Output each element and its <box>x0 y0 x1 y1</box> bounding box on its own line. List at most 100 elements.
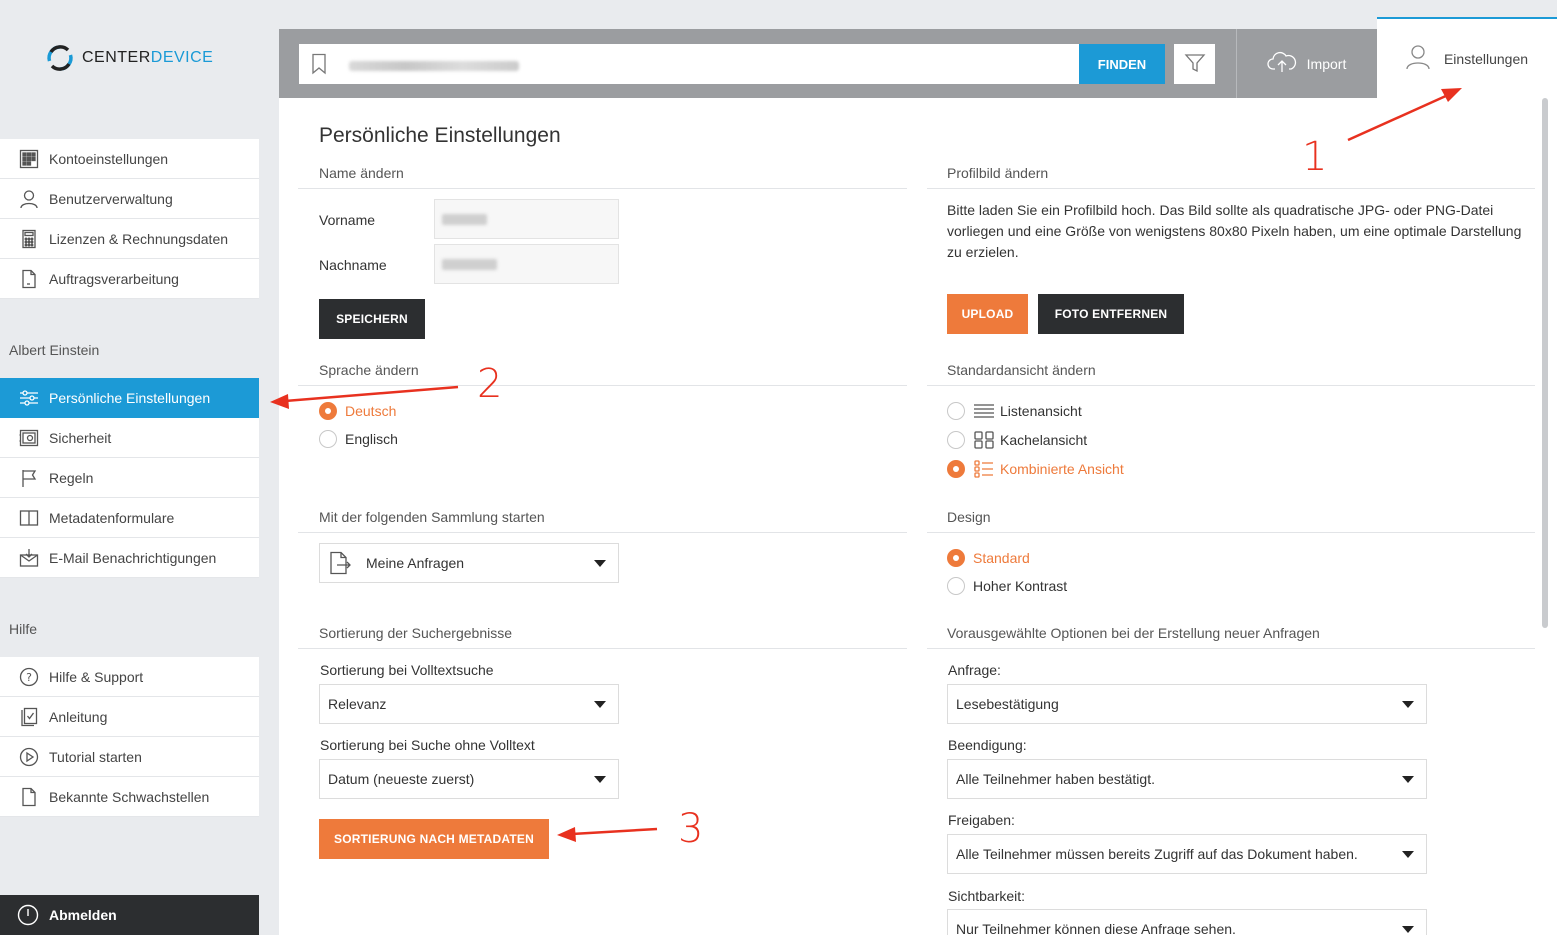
sliders-icon <box>18 387 40 409</box>
design-option-hoher-kontrast[interactable]: Hoher Kontrast <box>947 577 1067 595</box>
user-icon <box>18 188 40 210</box>
search-box <box>299 44 1079 84</box>
sidebar: CENTERDEVICE Kontoeinstellungen Benutzer… <box>0 0 259 935</box>
sidebar-item-kontoeinstellungen[interactable]: Kontoeinstellungen <box>0 139 259 179</box>
import-label: Import <box>1306 55 1347 72</box>
upload-button[interactable]: UPLOAD <box>947 294 1028 334</box>
filter-button[interactable] <box>1174 44 1215 84</box>
completion-select[interactable]: Alle Teilnehmer haben bestätigt. <box>947 759 1427 799</box>
sidebar-item-anleitung[interactable]: Anleitung <box>0 697 259 737</box>
chevron-down-icon <box>594 775 606 783</box>
sidebar-item-metadatenformulare[interactable]: Metadatenformulare <box>0 498 259 538</box>
language-option-englisch[interactable]: Englisch <box>319 430 398 448</box>
sidebar-item-label: Persönliche Einstellungen <box>49 389 211 406</box>
radio-label: Standard <box>973 550 1030 566</box>
divider <box>927 188 1535 189</box>
sidebar-item-lizenzen[interactable]: Lizenzen & Rechnungsdaten <box>0 219 259 259</box>
sidebar-item-benutzerverwaltung[interactable]: Benutzerverwaltung <box>0 179 259 219</box>
sidebar-item-label: Bekannte Schwachstellen <box>49 788 210 805</box>
sidebar-item-label: Auftragsverarbeitung <box>49 270 179 287</box>
sidebar-item-hilfe-support[interactable]: ? Hilfe & Support <box>0 657 259 697</box>
divider <box>298 188 907 189</box>
document-icon <box>18 268 40 290</box>
import-tab[interactable]: Import <box>1236 29 1376 98</box>
language-option-deutsch[interactable]: Deutsch <box>319 402 396 420</box>
logout-label: Abmelden <box>49 907 117 923</box>
select-value: Alle Teilnehmer müssen bereits Zugriff a… <box>956 846 1358 862</box>
radio[interactable] <box>947 577 965 595</box>
sidebar-item-bekannte-schwachstellen[interactable]: Bekannte Schwachstellen <box>0 777 259 817</box>
profile-heading: Profilbild ändern <box>947 165 1049 181</box>
chevron-down-icon <box>594 700 606 708</box>
search-query-blurred <box>349 61 519 71</box>
last-name-label: Nachname <box>319 257 387 273</box>
select-value: Alle Teilnehmer haben bestätigt. <box>956 771 1155 787</box>
start-collection-select[interactable]: Meine Anfragen <box>319 543 619 583</box>
select-value: Meine Anfragen <box>366 555 465 571</box>
settings-tab[interactable]: Einstellungen <box>1377 17 1557 98</box>
find-button[interactable]: FINDEN <box>1079 44 1165 84</box>
question-icon: ? <box>18 666 40 688</box>
radio-checked[interactable] <box>319 402 337 420</box>
book-icon <box>18 507 40 529</box>
tiles-icon <box>974 431 994 449</box>
settings-panel: Persönliche Einstellungen Name ändern Vo… <box>279 98 1557 935</box>
mail-icon <box>18 547 40 569</box>
view-option-list[interactable]: Listenansicht <box>947 402 1082 420</box>
view-option-tiles[interactable]: Kachelansicht <box>947 431 1087 449</box>
view-label: Kachelansicht <box>1000 432 1088 448</box>
centerdevice-logo[interactable]: CENTERDEVICE <box>46 44 213 72</box>
sidebar-item-persoenliche-einstellungen[interactable]: Persönliche Einstellungen <box>0 378 259 418</box>
save-button[interactable]: SPEICHERN <box>319 299 425 339</box>
request-select[interactable]: Lesebestätigung <box>947 684 1427 724</box>
sidebar-item-email-benachrichtigungen[interactable]: E-Mail Benachrichtigungen <box>0 538 259 578</box>
last-name-blurred <box>442 259 497 270</box>
radio[interactable] <box>947 431 965 449</box>
chevron-down-icon <box>1402 700 1414 708</box>
profile-text: Bitte laden Sie ein Profilbild hoch. Das… <box>947 202 1522 260</box>
settings-label: Einstellungen <box>1443 50 1529 67</box>
grid-icon <box>18 148 40 170</box>
view-label: Listenansicht <box>1000 403 1082 419</box>
sorting-heading: Sortierung der Suchergebnisse <box>319 625 513 641</box>
chevron-down-icon <box>1402 775 1414 783</box>
list-icon <box>974 402 994 420</box>
annotation-number-2: 2 <box>477 361 503 407</box>
first-name-field[interactable] <box>434 199 619 239</box>
document-export-icon <box>328 551 352 575</box>
select-value: Relevanz <box>328 696 387 712</box>
scrollbar[interactable] <box>1542 98 1548 628</box>
nofulltext-sort-select[interactable]: Datum (neueste zuerst) <box>319 759 619 799</box>
divider <box>298 385 907 386</box>
logo-icon <box>46 44 74 72</box>
visibility-select[interactable]: Nur Teilnehmer können diese Anfrage sehe… <box>947 909 1427 935</box>
shares-select[interactable]: Alle Teilnehmer müssen bereits Zugriff a… <box>947 834 1427 874</box>
remove-photo-button[interactable]: FOTO ENTFERNEN <box>1038 294 1184 334</box>
bookmark-icon[interactable] <box>299 44 339 84</box>
sidebar-item-label: Tutorial starten <box>49 748 142 765</box>
divider <box>298 532 907 533</box>
sidebar-item-label: Regeln <box>49 469 94 486</box>
logo-text: CENTERDEVICE <box>82 49 214 66</box>
sidebar-item-label: Hilfe & Support <box>49 668 144 685</box>
sidebar-item-regeln[interactable]: Regeln <box>0 458 259 498</box>
divider <box>927 385 1535 386</box>
design-option-standard[interactable]: Standard <box>947 549 1030 567</box>
fulltext-sort-select[interactable]: Relevanz <box>319 684 619 724</box>
sidebar-item-label: Benutzerverwaltung <box>49 190 173 207</box>
radio[interactable] <box>319 430 337 448</box>
radio[interactable] <box>947 402 965 420</box>
last-name-field[interactable] <box>434 244 619 284</box>
radio-checked[interactable] <box>947 549 965 567</box>
sidebar-item-sicherheit[interactable]: Sicherheit <box>0 418 259 458</box>
sort-by-metadata-button[interactable]: SORTIERUNG NACH METADATEN <box>319 819 549 859</box>
name-heading: Name ändern <box>319 165 404 181</box>
user-section-title: Albert Einstein <box>9 342 100 358</box>
view-option-combined[interactable]: Kombinierte Ansicht <box>947 460 1124 478</box>
sidebar-item-tutorial-starten[interactable]: Tutorial starten <box>0 737 259 777</box>
radio-checked[interactable] <box>947 460 965 478</box>
sidebar-item-auftragsverarbeitung[interactable]: Auftragsverarbeitung <box>0 259 259 299</box>
logout-button[interactable]: Abmelden <box>0 895 259 935</box>
select-value: Lesebestätigung <box>956 696 1059 712</box>
nofulltext-sort-label: Sortierung bei Suche ohne Volltext <box>320 737 535 753</box>
